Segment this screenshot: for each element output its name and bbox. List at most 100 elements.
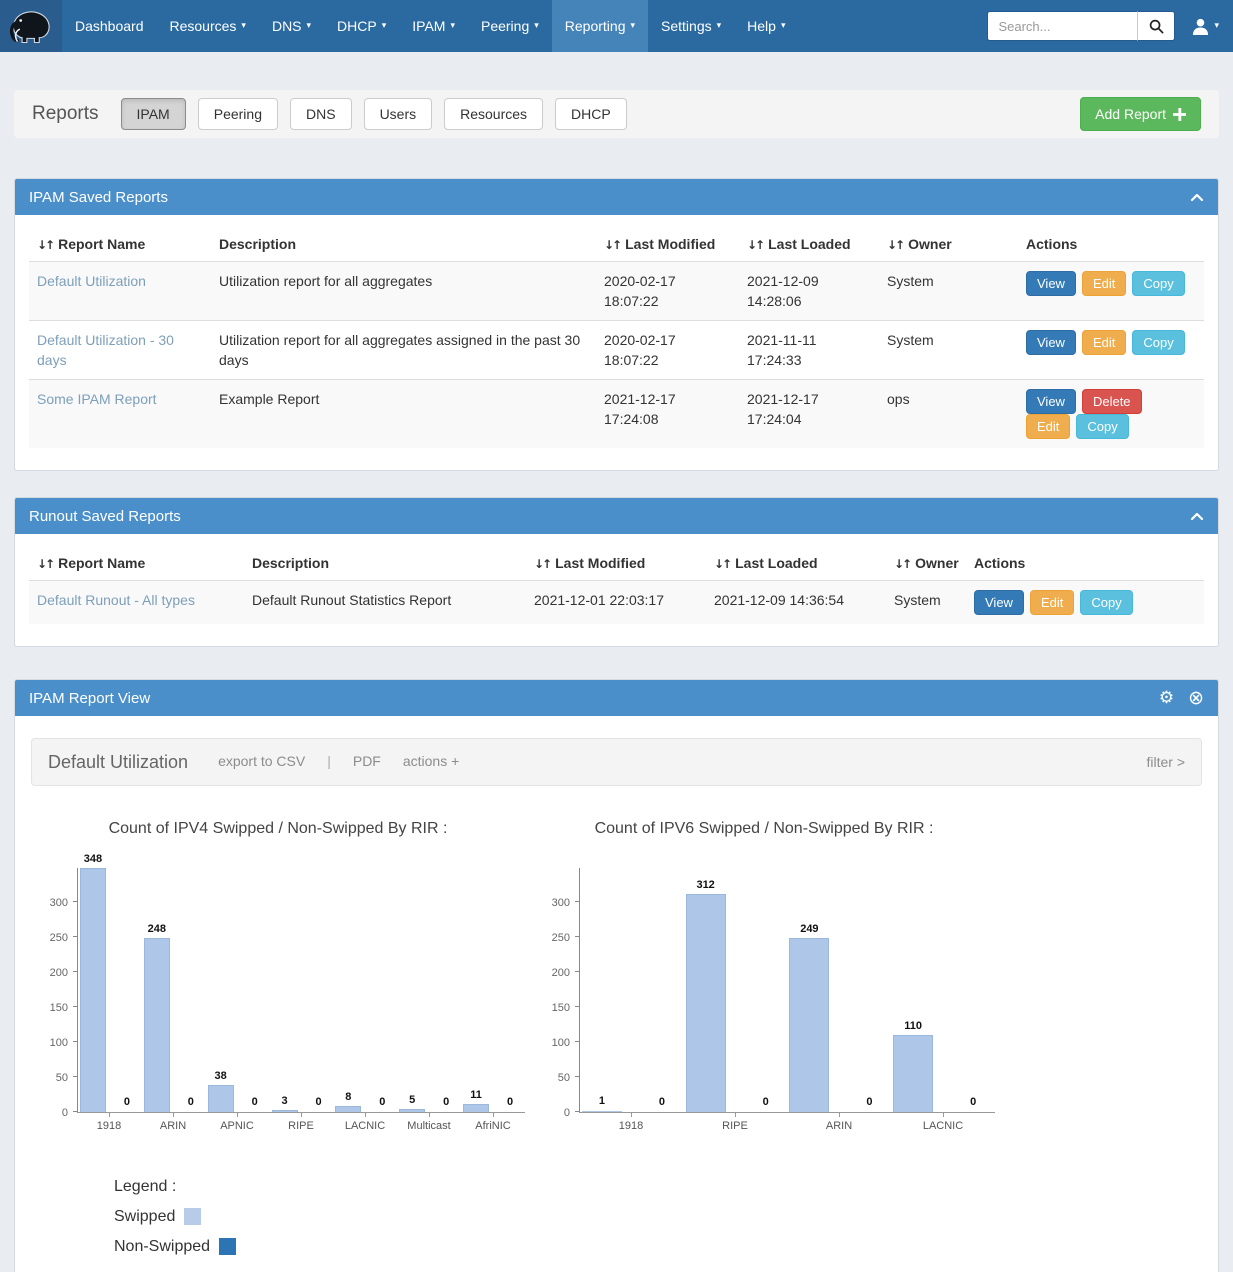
last-loaded: 2021-12-09 14:36:54: [706, 581, 886, 625]
category-name: ARIN: [160, 1120, 186, 1132]
y-tick-label: 150: [34, 1002, 68, 1014]
edit-button[interactable]: Edit: [1026, 414, 1070, 439]
column-header-owner[interactable]: ↓↑Owner: [879, 227, 1018, 262]
add-report-button[interactable]: Add Report: [1080, 97, 1201, 131]
report-link[interactable]: Default Utilization - 30 days: [37, 332, 174, 368]
gear-icon[interactable]: ⚙: [1159, 690, 1174, 707]
collapse-chevron-icon[interactable]: [1190, 511, 1204, 521]
x-tick-mark: [429, 1113, 430, 1117]
category-name: 1918: [619, 1120, 643, 1132]
report-link[interactable]: Some IPAM Report: [37, 391, 157, 407]
copy-button[interactable]: Copy: [1132, 271, 1184, 296]
y-tick-label: 50: [34, 1072, 68, 1084]
table-row: Default Utilization - 30 daysUtilization…: [29, 321, 1204, 380]
nav-item-dns[interactable]: DNS▾: [259, 0, 324, 52]
nav-item-label: DHCP: [337, 18, 377, 34]
bar-group: 380: [206, 868, 270, 1112]
app-logo[interactable]: [0, 0, 62, 52]
view-button[interactable]: View: [974, 590, 1024, 615]
nav-item-ipam[interactable]: IPAM▾: [399, 0, 468, 52]
column-header-last-modified[interactable]: ↓↑Last Modified: [526, 546, 706, 581]
copy-button[interactable]: Copy: [1132, 330, 1184, 355]
tab-peering[interactable]: Peering: [198, 98, 278, 130]
report-name: Default Utilization: [48, 752, 188, 773]
nav-item-label: Resources: [170, 18, 237, 34]
last-modified: 2021-12-1717:24:08: [596, 380, 739, 449]
chevron-down-icon: ▾: [307, 21, 312, 31]
tab-resources[interactable]: Resources: [444, 98, 543, 130]
category-name: RIPE: [288, 1120, 314, 1132]
column-label: Last Modified: [555, 555, 645, 571]
last-modified-line: 18:07:22: [604, 350, 731, 370]
bar-group: 1100: [891, 868, 995, 1112]
separator: |: [327, 753, 331, 769]
export-to-csv-link[interactable]: export to CSV: [218, 753, 305, 769]
report-link[interactable]: Default Runout - All types: [37, 592, 195, 608]
view-button[interactable]: View: [1026, 330, 1076, 355]
last-modified-line: 18:07:22: [604, 291, 731, 311]
nav-item-dashboard[interactable]: Dashboard: [62, 0, 157, 52]
nav-item-resources[interactable]: Resources▾: [157, 0, 259, 52]
category-label: RIPE: [683, 1113, 787, 1132]
close-circle-icon[interactable]: ⊗: [1188, 689, 1204, 708]
y-tick-label: 300: [536, 897, 570, 909]
column-header-last-modified[interactable]: ↓↑Last Modified: [596, 227, 739, 262]
filter-toggle[interactable]: filter >: [1146, 754, 1185, 770]
table-row: Default Utilization Utilization report fo…: [29, 262, 1204, 321]
legend-title: Legend :: [114, 1172, 1218, 1202]
nav-item-settings[interactable]: Settings▾: [648, 0, 734, 52]
nav-item-label: Peering: [481, 18, 529, 34]
tab-ipam[interactable]: IPAM: [121, 98, 186, 130]
nav-item-label: Settings: [661, 18, 712, 34]
delete-button[interactable]: Delete: [1082, 389, 1142, 414]
edit-button[interactable]: Edit: [1082, 271, 1126, 296]
search-input[interactable]: [987, 11, 1137, 41]
actions-link[interactable]: actions +: [403, 753, 459, 769]
last-modified: 2020-02-1718:07:22: [596, 262, 739, 321]
bar-value-label: 0: [443, 1096, 449, 1108]
column-header-last-loaded[interactable]: ↓↑Last Loaded: [706, 546, 886, 581]
report-tabs: IPAM Peering DNS Users Resources DHCP: [121, 98, 627, 130]
tab-dns[interactable]: DNS: [290, 98, 352, 130]
view-button[interactable]: View: [1026, 271, 1076, 296]
chevron-down-icon: ▾: [781, 21, 786, 31]
tab-dhcp[interactable]: DHCP: [555, 98, 627, 130]
bar-value-label: 0: [507, 1096, 513, 1108]
table-header-row: ↓↑Report NameDescription↓↑Last Modified↓…: [29, 546, 1204, 581]
y-tick-label: 300: [34, 897, 68, 909]
user-menu[interactable]: ▾: [1191, 17, 1219, 36]
column-label: Description: [219, 236, 296, 252]
category-name: LACNIC: [923, 1120, 963, 1132]
ipv4-chart: Count of IPV4 Swipped / Non-Swipped By R…: [31, 820, 525, 1132]
view-button[interactable]: View: [1026, 389, 1076, 414]
copy-button[interactable]: Copy: [1076, 414, 1128, 439]
copy-button[interactable]: Copy: [1080, 590, 1132, 615]
column-header-report-name[interactable]: ↓↑Report Name: [29, 546, 244, 581]
report-description: Example Report: [211, 380, 596, 449]
column-header-report-name[interactable]: ↓↑Report Name: [29, 227, 211, 262]
column-header-actions: Actions: [966, 546, 1204, 581]
category-label: ARIN: [141, 1113, 205, 1132]
last-modified-line: 2021-12-01 22:03:17: [534, 590, 698, 610]
report-description: Utilization report for all aggregates: [211, 262, 596, 321]
report-link[interactable]: Default Utilization: [37, 273, 146, 289]
collapse-chevron-icon[interactable]: [1190, 192, 1204, 202]
nav-item-peering[interactable]: Peering▾: [468, 0, 552, 52]
edit-button[interactable]: Edit: [1082, 330, 1126, 355]
nav-item-dhcp[interactable]: DHCP ▾: [324, 0, 399, 52]
swipped-bar: 8: [335, 1106, 361, 1112]
bar-value-label: 8: [345, 1091, 351, 1103]
bar-value-label: 110: [904, 1020, 922, 1032]
tab-users[interactable]: Users: [364, 98, 433, 130]
bar-group: 80: [333, 868, 397, 1112]
column-header-last-loaded[interactable]: ↓↑Last Loaded: [739, 227, 879, 262]
y-tick-mark: [73, 1111, 78, 1112]
search-button[interactable]: [1137, 11, 1175, 41]
nav-item-help[interactable]: Help▾: [734, 0, 798, 52]
edit-button[interactable]: Edit: [1030, 590, 1074, 615]
column-header-owner[interactable]: ↓↑Owner: [886, 546, 966, 581]
bar-group: 2480: [142, 868, 206, 1112]
chevron-down-icon: ▾: [382, 21, 387, 31]
pdf-link[interactable]: PDF: [353, 753, 381, 769]
nav-item-reporting[interactable]: Reporting▾: [552, 0, 648, 52]
